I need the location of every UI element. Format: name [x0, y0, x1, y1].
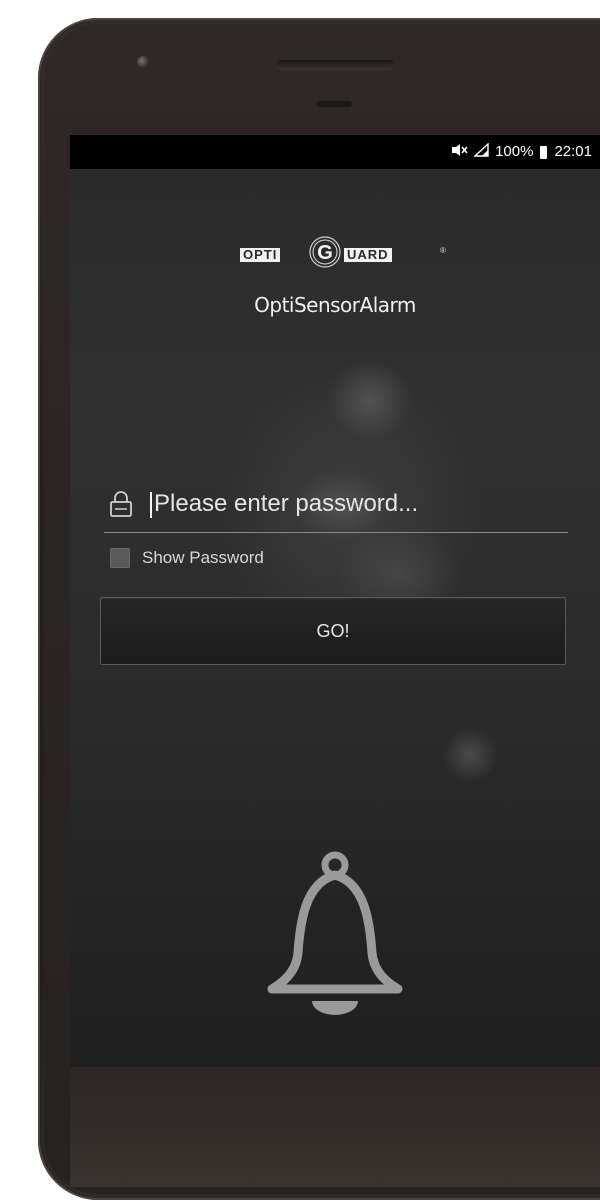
go-button[interactable]: GO! [100, 597, 566, 665]
bottom-bezel [70, 1067, 600, 1187]
password-row [104, 480, 568, 533]
battery-percent: 100% [495, 143, 534, 160]
bell-icon [267, 851, 403, 1015]
mute-icon [451, 143, 469, 161]
stage: 100% 22:01 OPTI G UARD ® OptiSensorAlarm [0, 0, 600, 1202]
signal-icon [473, 142, 490, 161]
status-bar-right: 100% 22:01 [451, 142, 592, 161]
optiguard-logo: OPTI G UARD ® [240, 230, 446, 270]
clock: 22:01 [554, 143, 592, 160]
battery-icon [540, 145, 548, 159]
password-input[interactable] [154, 486, 564, 522]
proximity-sensor [316, 101, 352, 107]
show-password-label[interactable]: Show Password [142, 548, 264, 568]
show-password-row[interactable]: Show Password [110, 545, 264, 571]
status-bar: 100% 22:01 [70, 135, 600, 169]
logo-g-letter: G [317, 242, 333, 264]
text-caret [150, 492, 152, 518]
show-password-checkbox[interactable] [110, 548, 130, 568]
logo-g-mark: G [309, 236, 341, 268]
registered-mark: ® [440, 246, 446, 255]
app-title: OptiSensorAlarm [254, 293, 416, 317]
logo-word-left: OPTI [240, 248, 281, 262]
logo-word-right: UARD [344, 248, 392, 262]
front-camera-icon [137, 56, 149, 68]
earpiece-speaker [276, 60, 394, 70]
screen: 100% 22:01 OPTI G UARD ® OptiSensorAlarm [70, 135, 600, 1067]
lock-icon [110, 491, 132, 517]
